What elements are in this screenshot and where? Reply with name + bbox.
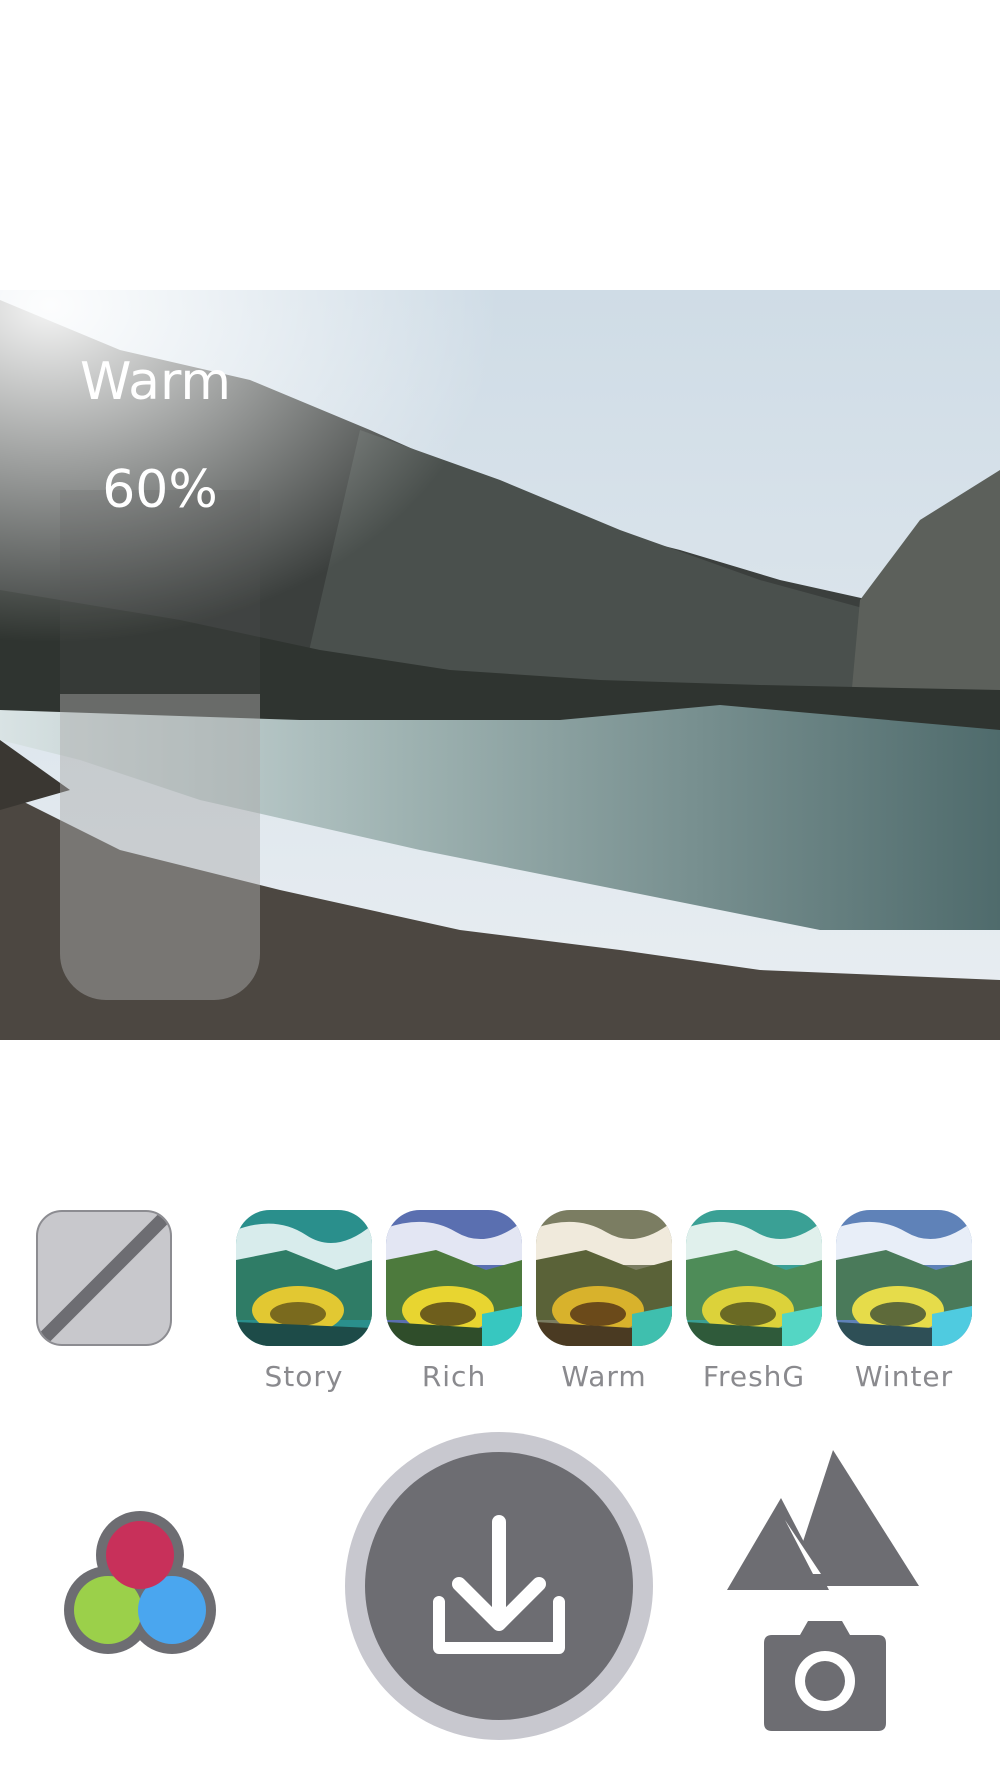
filter-thumb-freshg[interactable] (686, 1210, 822, 1346)
filter-thumb-rich[interactable] (386, 1210, 522, 1346)
filter-thumb-warm[interactable] (536, 1210, 672, 1346)
no-filter-button[interactable] (36, 1210, 172, 1346)
filter-thumb-image (236, 1210, 372, 1346)
rgb-circles-icon (64, 1511, 216, 1654)
filter-label: FreshG (702, 1360, 806, 1393)
filter-thumb-image (836, 1210, 972, 1346)
camera-icon (764, 1621, 886, 1731)
filter-label: Story (264, 1360, 344, 1393)
intensity-slider[interactable] (60, 490, 260, 1000)
color-adjust-button[interactable] (60, 1505, 220, 1665)
save-button[interactable] (345, 1432, 653, 1740)
filter-label: Winter (854, 1360, 954, 1393)
filter-label: Warm (561, 1360, 647, 1393)
filter-thumb-image (536, 1210, 672, 1346)
intensity-percentage: 60% (102, 460, 218, 520)
save-button-inner (365, 1452, 633, 1720)
active-filter-name: Warm (80, 352, 232, 412)
filter-thumb-winter[interactable] (836, 1210, 972, 1346)
filter-thumb-image (386, 1210, 522, 1346)
intensity-slider-fill (60, 694, 260, 1000)
filter-thumb-image (686, 1210, 822, 1346)
gallery-button[interactable] (725, 1448, 923, 1596)
filter-thumb-story[interactable] (236, 1210, 372, 1346)
download-icon (433, 1515, 565, 1654)
mountains-icon (727, 1450, 919, 1590)
filter-label: Rich (421, 1360, 487, 1393)
camera-button[interactable] (760, 1615, 890, 1733)
no-filter-icon (39, 1213, 169, 1343)
